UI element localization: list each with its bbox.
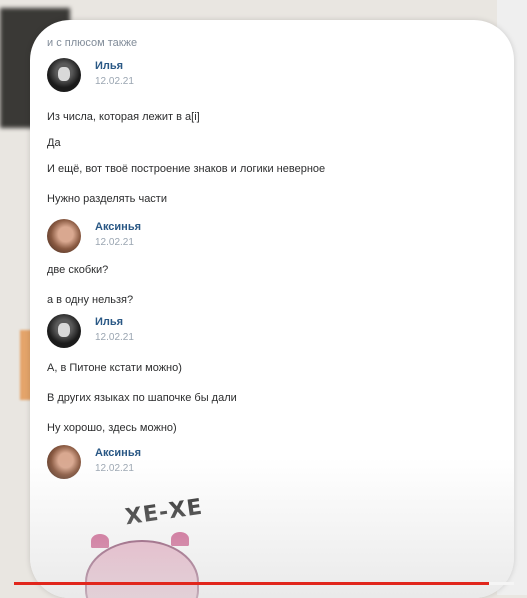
message-text: Ну хорошо, здесь можно) (47, 422, 177, 434)
author-name[interactable]: Илья (95, 316, 123, 328)
message-text: две скобки? (47, 264, 109, 276)
message-text: В других языках по шапочке бы дали (47, 392, 237, 404)
avatar[interactable] (47, 445, 81, 479)
message-text: и с плюсом также (47, 37, 138, 49)
message-time: 12.02.21 (95, 332, 134, 343)
sticker-text: ХЕ-ХЕ (123, 494, 205, 531)
author-name[interactable]: Аксинья (95, 221, 141, 233)
author-name[interactable]: Аксинья (95, 447, 141, 459)
message-text: а в одну нельзя? (47, 294, 134, 306)
sticker-horn (91, 534, 109, 548)
message-time: 12.02.21 (95, 76, 134, 87)
video-progress-fill (14, 582, 489, 585)
message-time: 12.02.21 (95, 463, 134, 474)
chat-panel: и с плюсом также Илья 12.02.21 Из числа,… (30, 20, 514, 598)
message-text: Из числа, которая лежит в a[i] (47, 111, 200, 123)
author-name[interactable]: Илья (95, 60, 123, 72)
avatar[interactable] (47, 219, 81, 253)
avatar[interactable] (47, 58, 81, 92)
sticker-face (85, 540, 199, 598)
message-text: Нужно разделять части (47, 193, 167, 205)
message-text: Да (47, 137, 61, 149)
message-time: 12.02.21 (95, 237, 134, 248)
message-text: А, в Питоне кстати можно) (47, 362, 182, 374)
message-text: И ещё, вот твоё построение знаков и логи… (47, 163, 326, 175)
sticker-horn (171, 532, 189, 546)
video-progress-bar[interactable] (14, 582, 514, 585)
avatar[interactable] (47, 314, 81, 348)
